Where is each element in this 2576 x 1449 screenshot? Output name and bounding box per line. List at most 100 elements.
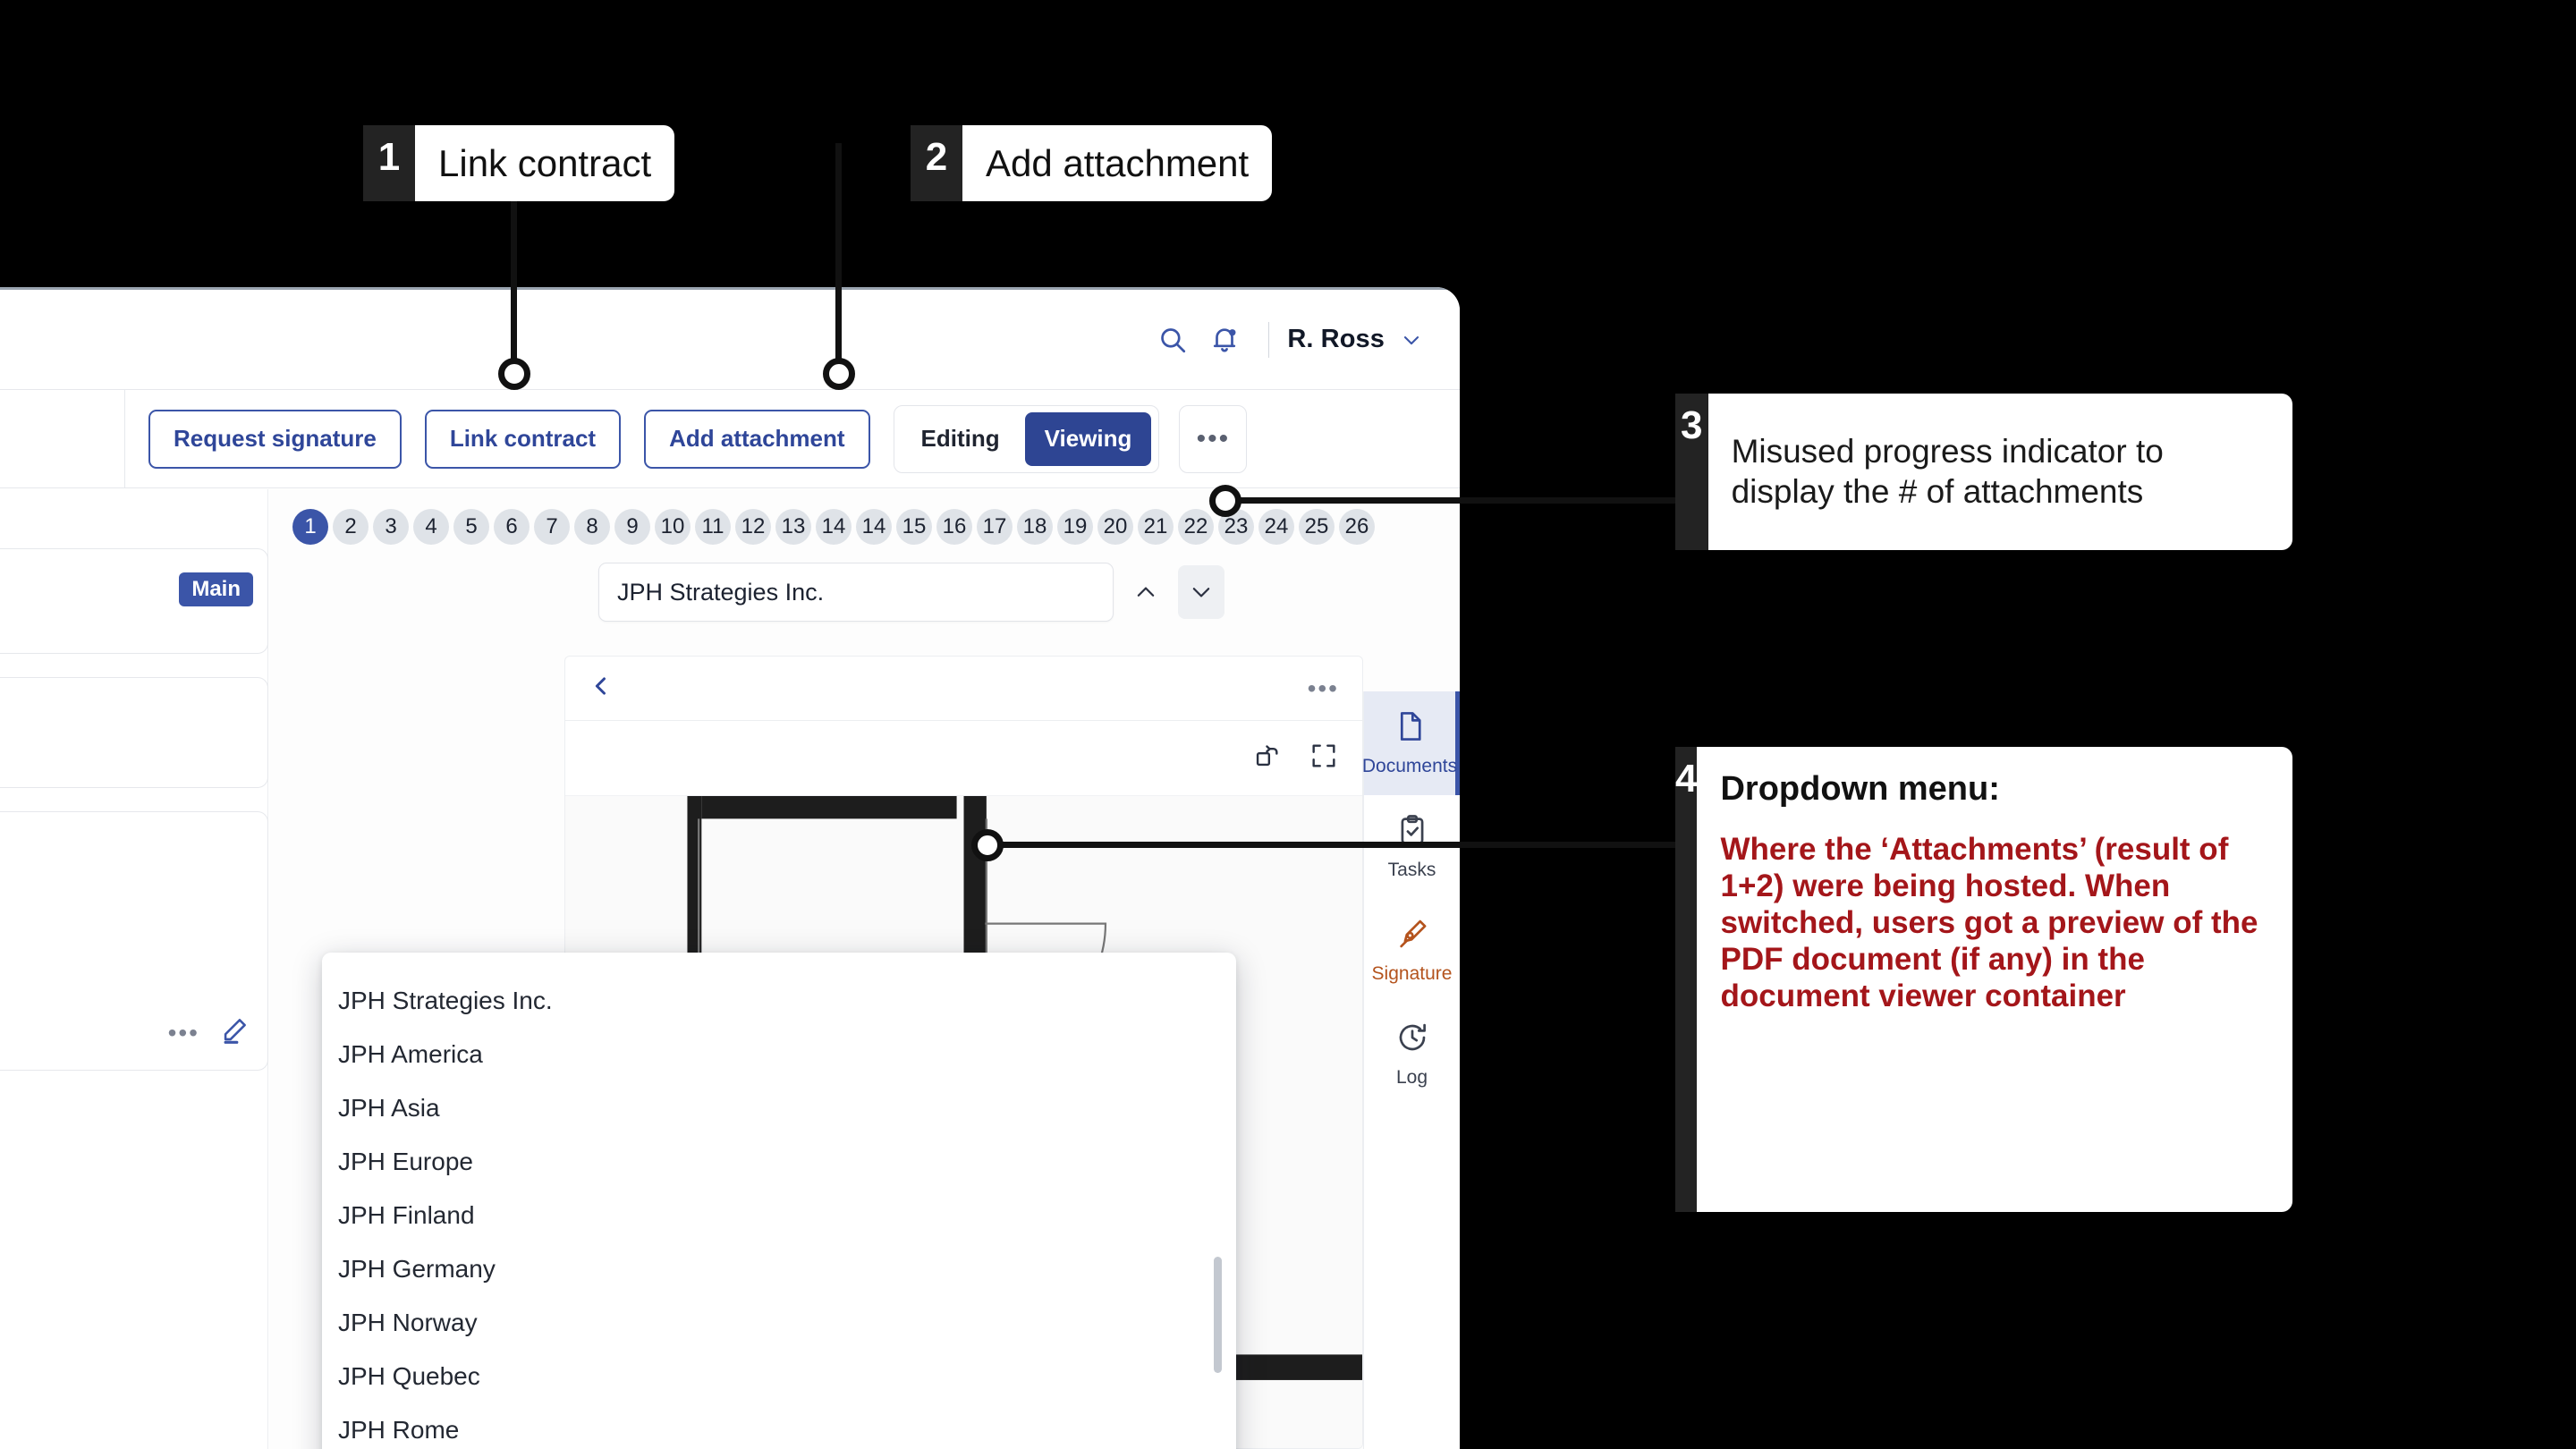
rail-label-signature: Signature bbox=[1371, 963, 1453, 984]
user-name: R. Ross bbox=[1287, 325, 1385, 353]
callout-4-body: Dropdown menu: Where the ‘Attachments’ (… bbox=[1697, 747, 2292, 1212]
dropdown-scrollbar[interactable] bbox=[1214, 1257, 1222, 1373]
company-dropdown-menu[interactable]: JPH Strategies Inc. JPH America JPH Asia JP… bbox=[322, 953, 1236, 1449]
page-dot[interactable]: 3 bbox=[373, 509, 409, 545]
callout-4-number: 4 bbox=[1675, 747, 1698, 1212]
left-panel-card-secondary[interactable] bbox=[0, 677, 268, 788]
connector-line-2 bbox=[835, 143, 842, 367]
page-dot[interactable]: 8 bbox=[574, 509, 610, 545]
callout-3: 3 Misused progress indicator to display … bbox=[1675, 394, 2292, 550]
callout-4-title: Dropdown menu: bbox=[1720, 770, 2000, 808]
app-header: R. Ross bbox=[0, 290, 1460, 389]
connector-line-3 bbox=[1234, 497, 1692, 504]
page-dot[interactable]: 26 bbox=[1339, 509, 1375, 545]
page-dot[interactable]: 24 bbox=[1258, 509, 1294, 545]
page-dot[interactable]: 10 bbox=[655, 509, 691, 545]
rail-item-signature[interactable]: Signature bbox=[1364, 899, 1460, 1003]
page-dot[interactable]: 7 bbox=[534, 509, 570, 545]
connector-dot-1 bbox=[498, 358, 530, 390]
page-dot[interactable]: 20 bbox=[1097, 509, 1133, 545]
screenshot-stage: R. Ross Request signature Link contract … bbox=[0, 0, 2576, 1449]
left-panel-card-main[interactable]: Main bbox=[0, 548, 268, 654]
add-attachment-button[interactable]: Add attachment bbox=[644, 409, 870, 469]
mode-toggle-group: Editing Viewing bbox=[893, 404, 1160, 473]
page-dot[interactable]: 6 bbox=[494, 509, 530, 545]
callout-1-text: Link contract bbox=[415, 125, 675, 201]
chevron-down-icon-search[interactable] bbox=[1178, 565, 1224, 619]
dropdown-item[interactable]: JPH America bbox=[322, 1028, 1236, 1081]
search-input[interactable]: JPH Strategies Inc. bbox=[598, 563, 1114, 622]
dropdown-item[interactable]: JPH Europe bbox=[322, 1135, 1236, 1189]
rail-label-documents: Documents bbox=[1361, 756, 1458, 776]
dropdown-item[interactable]: JPH Asia bbox=[322, 1081, 1236, 1135]
pencil-edit-icon[interactable] bbox=[219, 1015, 250, 1050]
page-dot[interactable]: 19 bbox=[1057, 509, 1093, 545]
page-dot[interactable]: 12 bbox=[735, 509, 771, 545]
callout-1: 1 Link contract bbox=[363, 125, 675, 201]
card-more-icon[interactable]: ••• bbox=[168, 1019, 199, 1047]
signature-pen-icon bbox=[1395, 917, 1429, 956]
callout-4-text: Where the ‘Attachments’ (result of 1+2) … bbox=[1720, 832, 2258, 1013]
dropdown-item[interactable]: JPH Quebec bbox=[322, 1350, 1236, 1403]
page-dot[interactable]: 11 bbox=[695, 509, 731, 545]
search-icon[interactable] bbox=[1152, 319, 1193, 360]
chevron-up-icon[interactable] bbox=[1123, 565, 1169, 619]
dropdown-item[interactable]: JPH Germany bbox=[322, 1242, 1236, 1296]
app-window: R. Ross Request signature Link contract … bbox=[0, 287, 1460, 1449]
mode-viewing-button[interactable]: Viewing bbox=[1024, 411, 1152, 466]
notification-bell-icon[interactable] bbox=[1204, 319, 1245, 360]
connector-dot-2 bbox=[823, 358, 855, 390]
rail-label-log: Log bbox=[1395, 1067, 1428, 1088]
page-dot[interactable]: 14 bbox=[816, 509, 852, 545]
page-dot[interactable]: 17 bbox=[977, 509, 1013, 545]
page-dot[interactable]: 18 bbox=[1017, 509, 1053, 545]
chevron-down-icon[interactable] bbox=[1399, 327, 1424, 352]
callout-3-text: Misused progress indicator to display th… bbox=[1731, 433, 2164, 510]
dropdown-item[interactable]: JPH Strategies Inc. bbox=[322, 974, 1236, 1028]
document-icon bbox=[1393, 709, 1427, 749]
page-dot[interactable]: 2 bbox=[333, 509, 369, 545]
viewer-toolbar bbox=[565, 721, 1362, 796]
page-dot[interactable]: 21 bbox=[1138, 509, 1174, 545]
page-dot[interactable]: 13 bbox=[775, 509, 811, 545]
back-arrow-icon[interactable] bbox=[589, 673, 615, 704]
page-dot[interactable]: 16 bbox=[936, 509, 972, 545]
mode-editing-button[interactable]: Editing bbox=[902, 412, 1020, 466]
dropdown-item[interactable]: JPH Finland bbox=[322, 1189, 1236, 1242]
callout-3-body: Misused progress indicator to display th… bbox=[1707, 394, 2292, 550]
connector-dot-4 bbox=[971, 829, 1004, 861]
dropdown-item[interactable]: JPH Rome bbox=[322, 1403, 1236, 1449]
connector-dot-3 bbox=[1209, 485, 1241, 517]
callout-2-text: Add attachment bbox=[962, 125, 1273, 201]
request-signature-button[interactable]: Request signature bbox=[148, 409, 402, 469]
progress-indicator: 1 2 3 4 5 6 7 8 9 10 11 12 13 14 14 15 16 17 18 19 20 21 22 23 2… bbox=[292, 509, 1375, 545]
rotate-icon[interactable] bbox=[1251, 741, 1282, 775]
callout-2-number: 2 bbox=[911, 125, 962, 201]
fullscreen-icon[interactable] bbox=[1309, 741, 1339, 775]
dropdown-item[interactable]: JPH Norway bbox=[322, 1296, 1236, 1350]
page-dot[interactable]: 25 bbox=[1299, 509, 1335, 545]
viewer-more-icon[interactable]: ••• bbox=[1308, 674, 1339, 703]
page-dot[interactable]: 5 bbox=[453, 509, 489, 545]
page-dot[interactable]: 4 bbox=[413, 509, 449, 545]
viewer-topbar: ••• bbox=[565, 657, 1362, 721]
left-panel-card-detail[interactable]: ••• bbox=[0, 811, 268, 1071]
header-divider bbox=[1268, 321, 1270, 358]
card-actions: ••• bbox=[168, 1015, 250, 1050]
rail-item-log[interactable]: Log bbox=[1364, 1003, 1460, 1106]
page-dot[interactable]: 9 bbox=[614, 509, 650, 545]
link-contract-button[interactable]: Link contract bbox=[424, 409, 622, 469]
clock-history-icon bbox=[1395, 1021, 1429, 1060]
action-toolbar: Request signature Link contract Add atta… bbox=[0, 389, 1460, 488]
page-dot[interactable]: 22 bbox=[1178, 509, 1214, 545]
search-row: JPH Strategies Inc. bbox=[598, 563, 1224, 622]
page-dot[interactable]: 15 bbox=[896, 509, 932, 545]
callout-4: 4 Dropdown menu: Where the ‘Attachments’… bbox=[1675, 747, 2292, 1212]
toolbar-more-button[interactable]: ••• bbox=[1179, 404, 1248, 473]
callout-1-number: 1 bbox=[363, 125, 415, 201]
rail-item-documents[interactable]: Documents bbox=[1361, 691, 1460, 795]
page-dot[interactable]: 1 bbox=[292, 509, 328, 545]
page-dot[interactable]: 14 bbox=[856, 509, 892, 545]
rail-label-tasks: Tasks bbox=[1387, 860, 1436, 880]
callout-3-number: 3 bbox=[1675, 394, 1708, 550]
